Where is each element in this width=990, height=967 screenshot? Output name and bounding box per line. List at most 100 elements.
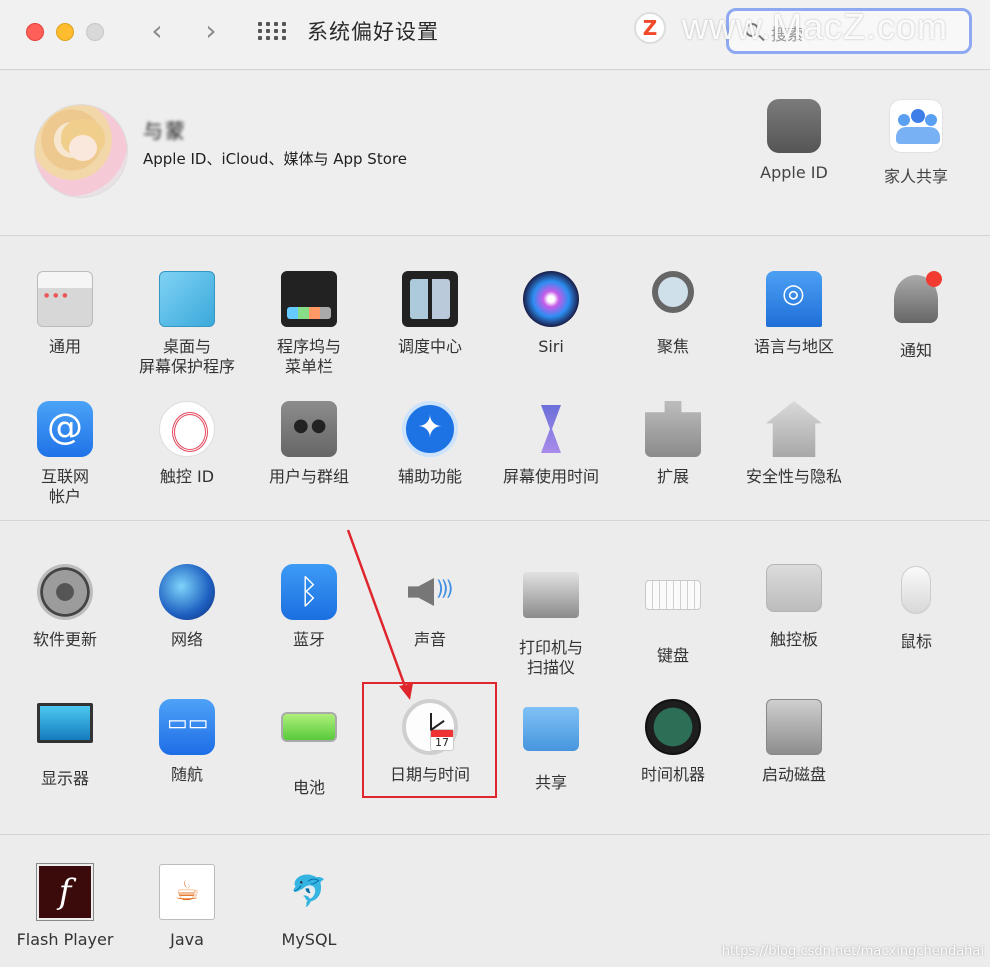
pane-label: 屏幕使用时间 bbox=[502, 467, 599, 486]
pane-label: Siri bbox=[538, 337, 564, 356]
pane-language-region[interactable]: 语言与地区 bbox=[733, 271, 855, 357]
pane-internet-accounts[interactable]: @ 互联网 帐户 bbox=[4, 401, 126, 507]
pane-sound[interactable]: 声音 bbox=[369, 564, 491, 650]
pane-sharing[interactable]: 共享 bbox=[490, 699, 612, 793]
pane-displays[interactable]: 显示器 bbox=[4, 699, 126, 789]
printer-icon bbox=[523, 572, 579, 628]
internet-accounts-icon: @ bbox=[37, 401, 93, 457]
user-name: 与蒙 bbox=[143, 119, 187, 143]
flash-icon: f bbox=[37, 864, 93, 920]
pane-label: 聚焦 bbox=[656, 337, 689, 356]
pane-java[interactable]: ☕ Java bbox=[126, 864, 248, 950]
pane-mysql[interactable]: 🐬 MySQL bbox=[248, 864, 370, 950]
pane-label: 时间机器 bbox=[640, 765, 705, 784]
close-button[interactable] bbox=[26, 23, 44, 41]
pane-label: 电池 bbox=[292, 778, 325, 797]
pane-label: 显示器 bbox=[40, 769, 89, 788]
mysql-icon: 🐬 bbox=[290, 874, 328, 909]
pane-label: Flash Player bbox=[16, 930, 114, 949]
pane-label: 网络 bbox=[170, 630, 203, 649]
pane-label: MySQL bbox=[281, 930, 337, 949]
pane-general[interactable]: 通用 bbox=[4, 271, 126, 357]
pane-label: Apple ID bbox=[760, 163, 828, 182]
apple-id-pane[interactable]: Apple ID bbox=[739, 99, 849, 182]
pane-label: 软件更新 bbox=[32, 630, 97, 649]
pane-software-update[interactable]: 软件更新 bbox=[4, 564, 126, 650]
dock-icon bbox=[281, 271, 337, 327]
trackpad-icon bbox=[766, 564, 822, 620]
pane-label: 调度中心 bbox=[397, 337, 462, 356]
family-sharing-pane[interactable]: 家人共享 bbox=[861, 99, 971, 187]
battery-icon bbox=[281, 712, 337, 768]
pane-dock-menubar[interactable]: 程序坞与 菜单栏 bbox=[248, 271, 370, 377]
pane-label: 辅助功能 bbox=[397, 467, 462, 486]
pane-label: 用户与群组 bbox=[268, 467, 349, 486]
apple-icon bbox=[767, 99, 821, 153]
pane-siri[interactable]: Siri bbox=[490, 271, 612, 357]
forward-button[interactable]: › bbox=[196, 14, 226, 48]
pane-screen-time[interactable]: 屏幕使用时间 bbox=[490, 401, 612, 487]
family-icon bbox=[889, 99, 943, 153]
back-button[interactable]: ‹ bbox=[142, 14, 172, 48]
pane-keyboard[interactable]: 键盘 bbox=[612, 564, 734, 666]
pane-label: 语言与地区 bbox=[753, 337, 834, 356]
pane-trackpad[interactable]: 触控板 bbox=[733, 564, 855, 650]
pane-label: 通用 bbox=[48, 337, 81, 356]
touch-id-icon bbox=[159, 401, 215, 457]
mouse-icon bbox=[888, 566, 944, 622]
software-update-icon bbox=[37, 564, 93, 620]
pane-label: 程序坞与 bbox=[276, 337, 341, 356]
watermark-logo: Z bbox=[634, 12, 666, 44]
pane-label-line2: 帐户 bbox=[48, 487, 81, 506]
pane-label-line2: 菜单栏 bbox=[284, 357, 333, 376]
pane-label: 蓝牙 bbox=[292, 630, 325, 649]
pane-security-privacy[interactable]: 安全性与隐私 bbox=[733, 401, 855, 487]
minimize-button[interactable] bbox=[56, 23, 74, 41]
pane-time-machine[interactable]: 时间机器 bbox=[612, 699, 734, 785]
pane-label: 声音 bbox=[413, 630, 446, 649]
pane-label: 扩展 bbox=[656, 467, 689, 486]
pane-label: 桌面与 bbox=[162, 337, 211, 356]
pane-label-line2: 屏幕保护程序 bbox=[138, 357, 235, 376]
notification-icon bbox=[888, 271, 944, 331]
show-all-grid-icon[interactable] bbox=[258, 22, 286, 42]
pane-network[interactable]: 网络 bbox=[126, 564, 248, 650]
display-icon bbox=[37, 703, 93, 759]
highlight-box bbox=[362, 682, 497, 798]
pane-startup-disk[interactable]: 启动磁盘 bbox=[733, 699, 855, 785]
pane-battery[interactable]: 电池 bbox=[248, 699, 370, 798]
pane-notifications[interactable]: 通知 bbox=[855, 271, 977, 361]
pane-spotlight[interactable]: 聚焦 bbox=[612, 271, 734, 357]
java-icon: ☕ bbox=[159, 864, 215, 920]
pane-mouse[interactable]: 鼠标 bbox=[855, 564, 977, 652]
pane-sidecar[interactable]: 随航 bbox=[126, 699, 248, 785]
pane-flash-player[interactable]: f Flash Player bbox=[4, 864, 126, 950]
pane-label: 触控 ID bbox=[159, 467, 215, 486]
pane-label: 鼠标 bbox=[899, 632, 932, 651]
extensions-icon bbox=[645, 401, 701, 457]
pane-users-groups[interactable]: 用户与群组 bbox=[248, 401, 370, 487]
sidecar-icon bbox=[159, 699, 215, 755]
pane-label: 互联网 bbox=[40, 467, 89, 486]
watermark-text: www.MacZ.com bbox=[682, 6, 949, 47]
pane-label: 共享 bbox=[534, 773, 567, 792]
pane-touch-id[interactable]: 触控 ID bbox=[126, 401, 248, 487]
pane-mission-control[interactable]: 调度中心 bbox=[369, 271, 491, 357]
title-bar: ‹ › 系统偏好设置 Z 搜索 www.MacZ.com bbox=[0, 0, 990, 70]
personal-prefs-section: 通用 桌面与 屏幕保护程序 程序坞与 菜单栏 调度中心 Siri 聚焦 语言与地… bbox=[0, 237, 990, 521]
pane-accessibility[interactable]: ✦ 辅助功能 bbox=[369, 401, 491, 487]
mission-control-icon bbox=[402, 271, 458, 327]
avatar[interactable] bbox=[34, 104, 128, 198]
account-subtitle: Apple ID、iCloud、媒体与 App Store bbox=[143, 150, 407, 168]
pane-desktop-screensaver[interactable]: 桌面与 屏幕保护程序 bbox=[126, 271, 248, 377]
pane-label: 家人共享 bbox=[883, 167, 948, 186]
siri-icon bbox=[523, 271, 579, 327]
language-icon bbox=[766, 271, 822, 327]
zoom-button[interactable] bbox=[86, 23, 104, 41]
window-title: 系统偏好设置 bbox=[307, 20, 439, 44]
pane-extensions[interactable]: 扩展 bbox=[612, 401, 734, 487]
pane-printers-scanners[interactable]: 打印机与 扫描仪 bbox=[490, 564, 612, 678]
pane-bluetooth[interactable]: ᛒ 蓝牙 bbox=[248, 564, 370, 650]
pane-label-line2: 扫描仪 bbox=[526, 658, 575, 677]
third-party-prefs-section: f Flash Player ☕ Java 🐬 MySQL https://bl… bbox=[0, 836, 990, 967]
